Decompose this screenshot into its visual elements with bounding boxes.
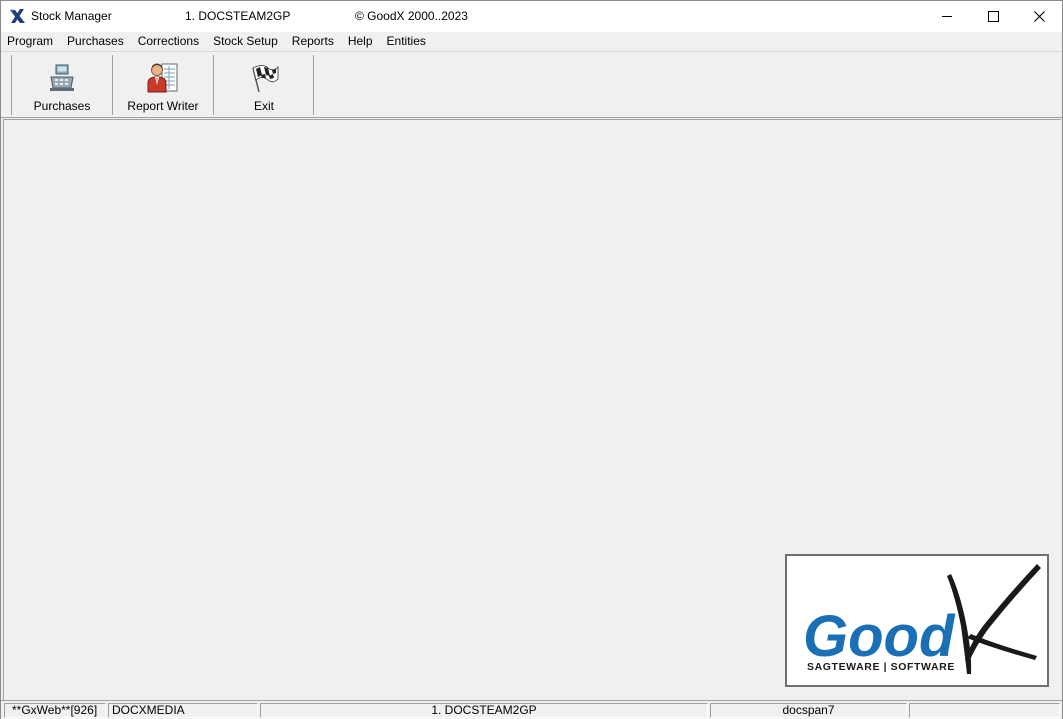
report-writer-icon <box>146 61 180 95</box>
checkered-flag-icon <box>247 61 281 95</box>
close-icon <box>1033 11 1045 22</box>
goodx-logo-graphic: Good SAGTEWARE | SOFTWARE <box>803 564 1041 674</box>
menu-bar: Program Purchases Corrections Stock Setu… <box>1 32 1062 51</box>
application-window: Stock Manager 1. DOCSTEAM2GP © GoodX 200… <box>0 0 1063 719</box>
toolbar-exit-label: Exit <box>253 99 274 113</box>
toolbar: Purchases Report Writer Exit <box>1 52 1062 118</box>
toolbar-report-writer-button[interactable]: Report Writer <box>112 55 213 115</box>
close-button[interactable] <box>1016 1 1062 32</box>
status-panel-web: **GxWeb**[926] <box>4 703 106 718</box>
status-panel-empty <box>909 703 1060 718</box>
menu-entities[interactable]: Entities <box>380 33 433 50</box>
toolbar-divider <box>313 55 314 115</box>
toolbar-purchases-label: Purchases <box>33 99 91 113</box>
menu-purchases[interactable]: Purchases <box>60 33 131 50</box>
maximize-icon <box>987 11 999 22</box>
logo-brand-text: Good <box>803 604 956 669</box>
menu-help[interactable]: Help <box>341 33 380 50</box>
title-copyright: © GoodX 2000..2023 <box>355 9 468 23</box>
app-x-icon <box>10 9 25 23</box>
toolbar-purchases-button[interactable]: Purchases <box>11 55 112 115</box>
toolbar-report-writer-label: Report Writer <box>127 99 199 113</box>
menu-reports[interactable]: Reports <box>285 33 341 50</box>
status-bar: **GxWeb**[926] DOCXMEDIA 1. DOCSTEAM2GP … <box>1 700 1062 719</box>
title-bar[interactable]: Stock Manager 1. DOCSTEAM2GP © GoodX 200… <box>1 1 1062 32</box>
app-title: Stock Manager <box>31 9 112 23</box>
menu-program[interactable]: Program <box>1 33 60 50</box>
toolbar-exit-button[interactable]: Exit <box>213 55 314 115</box>
minimize-button[interactable] <box>924 1 970 32</box>
status-panel-media: DOCXMEDIA <box>108 703 258 718</box>
cash-register-icon <box>45 61 79 95</box>
title-database: 1. DOCSTEAM2GP <box>185 9 291 23</box>
goodx-logo: Good SAGTEWARE | SOFTWARE <box>785 554 1049 687</box>
maximize-button[interactable] <box>970 1 1016 32</box>
status-panel-server: docspan7 <box>710 703 907 718</box>
minimize-icon <box>941 16 952 17</box>
status-panel-database: 1. DOCSTEAM2GP <box>260 703 708 718</box>
menu-corrections[interactable]: Corrections <box>131 33 206 50</box>
menu-stock-setup[interactable]: Stock Setup <box>206 33 285 50</box>
logo-tagline: SAGTEWARE | SOFTWARE <box>807 661 955 673</box>
